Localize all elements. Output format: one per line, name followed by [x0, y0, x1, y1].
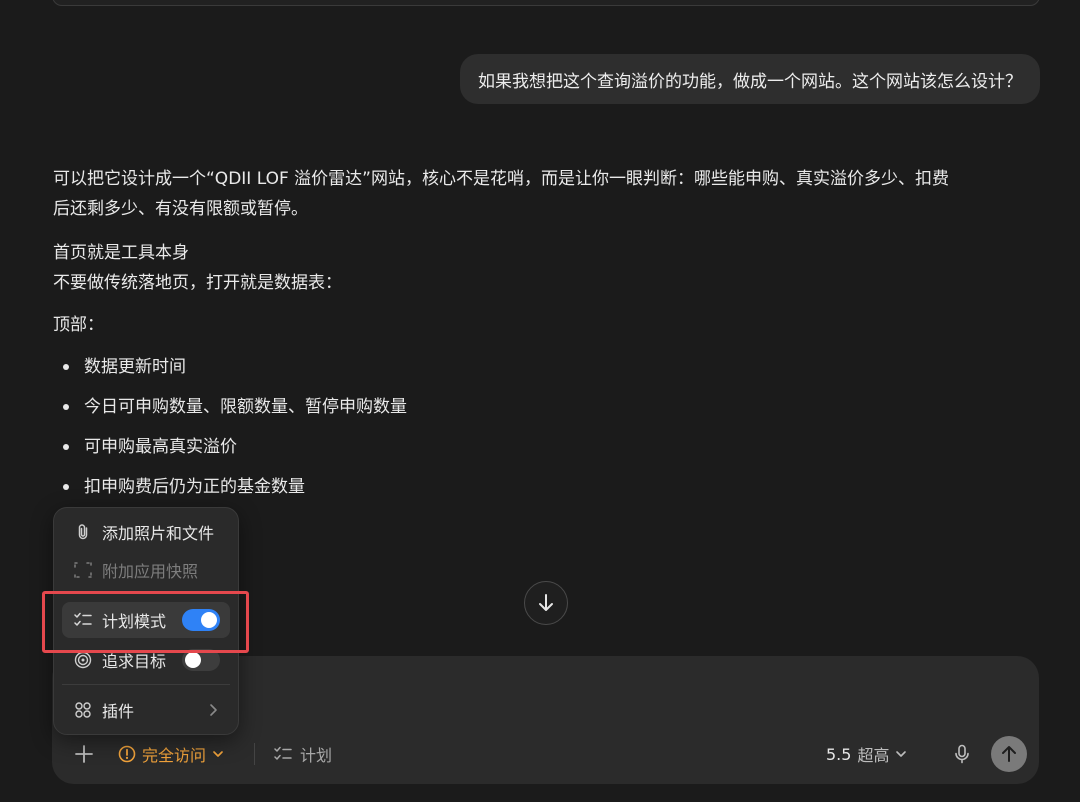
- toolbar-divider: [254, 743, 255, 765]
- answer-line-1: 可以把它设计成一个“QDII LOF 溢价雷达”网站，核心不是花哨，而是让你一眼…: [53, 169, 949, 189]
- list-item: 可申购最高真实溢价: [53, 432, 1043, 462]
- attachment-menu: 添加照片和文件 附加应用快照 计划模式 追求目标 插件: [53, 507, 239, 735]
- access-mode-button[interactable]: 完全访问: [118, 740, 224, 768]
- previous-card-edge: [52, 0, 1040, 6]
- menu-item-label: 追求目标: [102, 652, 167, 671]
- answer-paragraph: 可以把它设计成一个“QDII LOF 溢价雷达”网站，核心不是花哨，而是让你一眼…: [53, 164, 1043, 224]
- list-item: 扣申购费后仍为正的基金数量: [53, 472, 1043, 502]
- menu-item-label: 附加应用快照: [102, 562, 199, 581]
- menu-item-plugins[interactable]: 插件: [62, 692, 230, 728]
- send-button[interactable]: [991, 736, 1027, 772]
- toggle-knob: [185, 652, 201, 668]
- pursue-goal-toggle[interactable]: [182, 649, 220, 671]
- scroll-to-bottom-button[interactable]: [524, 581, 568, 625]
- list-item: 数据更新时间: [53, 352, 1043, 382]
- paperclip-icon: [72, 523, 94, 541]
- user-message-bubble: 如果我想把这个查询溢价的功能，做成一个网站。这个网站该怎么设计？: [460, 54, 1040, 104]
- plan-button[interactable]: 计划: [274, 740, 332, 768]
- menu-item-label: 添加照片和文件: [102, 524, 215, 543]
- bullet-list: 数据更新时间 今日可申购数量、限额数量、暂停申购数量 可申购最高真实溢价 扣申购…: [53, 352, 1043, 502]
- checklist-icon: [274, 746, 292, 760]
- menu-item-pursue-goal[interactable]: 追求目标: [62, 642, 230, 678]
- model-level: 超高: [857, 746, 890, 765]
- chevron-right-icon: [210, 704, 217, 716]
- chevron-down-icon: [896, 751, 907, 757]
- plus-icon: [75, 745, 93, 763]
- menu-item-label: 插件: [102, 702, 135, 721]
- section-label: 顶部：: [53, 315, 104, 335]
- menu-item-attach-snapshot[interactable]: 附加应用快照: [62, 552, 230, 588]
- menu-divider: [62, 684, 230, 685]
- add-button[interactable]: [70, 740, 98, 768]
- list-item: 今日可申购数量、限额数量、暂停申购数量: [53, 392, 1043, 422]
- answer-heading: 首页就是工具本身: [53, 243, 189, 263]
- answer-line-2: 后还剩多少、有没有限额或暂停。: [53, 199, 308, 219]
- access-mode-label: 完全访问: [142, 746, 207, 765]
- voice-input-button[interactable]: [950, 740, 974, 768]
- checklist-icon: [72, 612, 94, 628]
- menu-item-label: 计划模式: [102, 612, 167, 631]
- plan-mode-toggle[interactable]: [182, 609, 220, 631]
- answer-text: 不要做传统落地页，打开就是数据表：: [53, 273, 342, 293]
- menu-item-add-files[interactable]: 添加照片和文件: [62, 514, 230, 550]
- arrow-up-icon: [1002, 746, 1016, 762]
- user-message-text: 如果我想把这个查询溢价的功能，做成一个网站。这个网站该怎么设计？: [478, 71, 1022, 92]
- answer-block: 首页就是工具本身 不要做传统落地页，打开就是数据表：: [53, 238, 1043, 298]
- plan-label: 计划: [300, 746, 333, 765]
- snapshot-icon: [72, 562, 94, 578]
- assistant-answer: 可以把它设计成一个“QDII LOF 溢价雷达”网站，核心不是花哨，而是让你一眼…: [53, 164, 1043, 512]
- menu-item-plan-mode[interactable]: 计划模式: [62, 602, 230, 638]
- toggle-knob: [201, 612, 217, 628]
- mic-icon: [955, 744, 969, 764]
- target-icon: [72, 651, 94, 669]
- arrow-down-icon: [539, 594, 553, 611]
- warning-icon: [118, 745, 136, 763]
- plugins-icon: [72, 701, 94, 719]
- chevron-down-icon: [213, 751, 223, 757]
- model-selector[interactable]: 5.5 超高: [826, 740, 907, 768]
- model-version: 5.5: [826, 744, 852, 764]
- menu-divider: [62, 593, 230, 594]
